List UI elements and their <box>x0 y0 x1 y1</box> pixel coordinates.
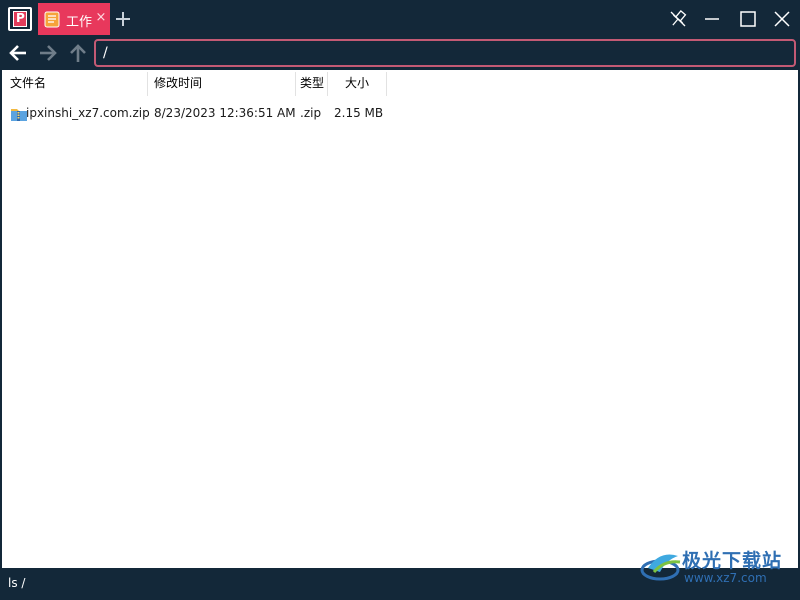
arrow-right-icon[interactable] <box>37 42 59 64</box>
file-size: 2.15 MB <box>334 106 384 120</box>
plus-icon[interactable] <box>114 8 132 30</box>
pin-icon[interactable] <box>666 8 690 30</box>
tab-label: 工作 <box>66 15 93 30</box>
column-header-size[interactable]: 大小 <box>328 72 387 96</box>
arrow-left-icon[interactable] <box>7 42 29 64</box>
column-header-modified[interactable]: 修改时间 <box>148 72 296 96</box>
maximize-icon[interactable] <box>736 8 760 30</box>
column-header-type[interactable]: 类型 <box>296 72 328 96</box>
address-input[interactable]: / <box>94 39 796 67</box>
file-modified: 8/23/2023 12:36:51 AM <box>154 106 296 120</box>
app-logo-icon: P <box>8 7 32 31</box>
arrow-up-icon[interactable] <box>67 42 89 64</box>
column-header-name[interactable]: 文件名 <box>2 72 148 96</box>
watermark-logo-icon <box>640 554 681 581</box>
file-type: .zip <box>300 106 322 120</box>
tab-work[interactable]: 工作 × <box>38 3 110 35</box>
watermark: 极光下载站 www.xz7.com <box>640 540 796 592</box>
table-row[interactable]: ipxinshi_xz7.com.zip 8/23/2023 12:36:51 … <box>4 103 404 125</box>
watermark-url: www.xz7.com <box>684 571 767 585</box>
tab-close-icon[interactable]: × <box>94 10 108 26</box>
status-text: ls / <box>8 576 26 590</box>
watermark-title: 极光下载站 <box>682 550 783 572</box>
close-icon[interactable] <box>770 8 794 30</box>
file-name: ipxinshi_xz7.com.zip <box>26 106 150 120</box>
nav-bar: / <box>2 36 798 70</box>
app-window: P 工作 × / 文件名 修改时间 类型 大小 ipxinshi_xz7.com… <box>0 0 800 600</box>
title-bar: P 工作 × <box>2 2 798 36</box>
minimize-icon[interactable] <box>700 8 724 30</box>
notebook-icon <box>44 11 60 28</box>
